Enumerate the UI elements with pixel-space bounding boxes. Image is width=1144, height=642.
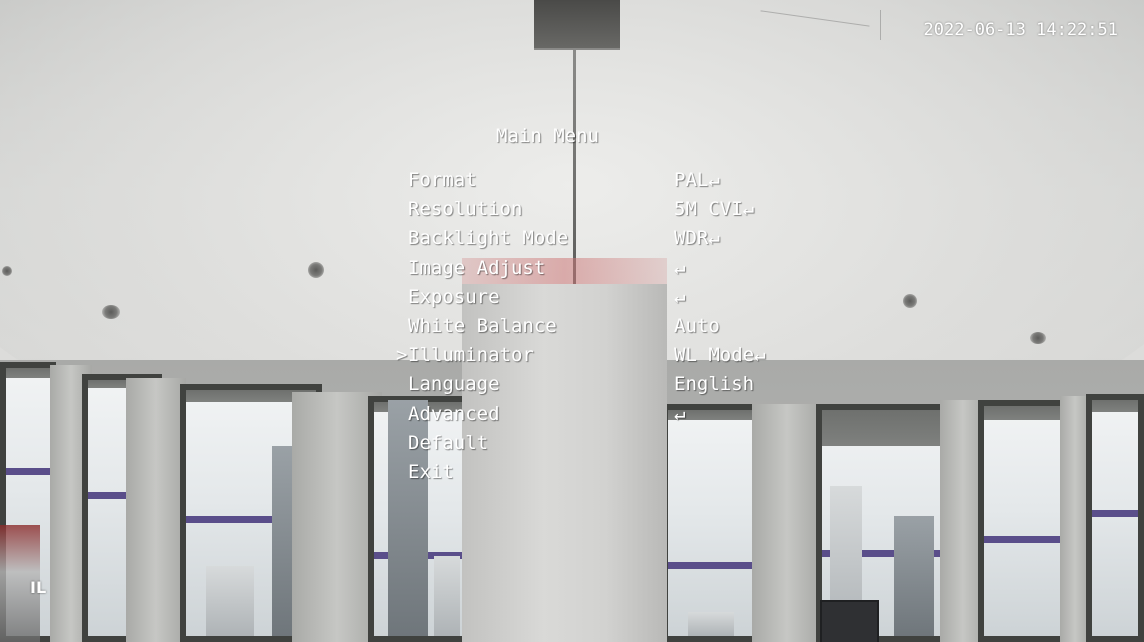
- menu-item-value: ↵: [674, 402, 686, 425]
- menu-item-label: Exit: [408, 460, 454, 483]
- menu-item-resolution[interactable]: Resolution 5M CVI↵: [396, 195, 796, 224]
- menu-item-label: Advanced: [408, 402, 500, 425]
- menu-item-label: Exposure: [408, 285, 500, 308]
- desk-monitor: [820, 600, 879, 642]
- menu-item-value: 5M CVI↵: [674, 198, 755, 221]
- ceiling-seam: [880, 10, 881, 40]
- menu-item-value: WDR↵: [674, 227, 720, 250]
- menu-item-label: Default: [408, 431, 489, 454]
- menu-item-label: Language: [408, 373, 500, 396]
- menu-item-value: PAL↵: [674, 169, 720, 191]
- menu-item-exit[interactable]: Exit: [396, 458, 796, 487]
- wall-pillar: [126, 378, 186, 642]
- menu-item-value: ↵: [674, 285, 686, 308]
- menu-item-language[interactable]: Language English: [396, 370, 796, 399]
- camera-feed: 2022-06-13 14:22:51 Main Menu Format PAL…: [0, 0, 1144, 642]
- ceiling-hatch: [534, 0, 620, 50]
- menu-item-value: ↵: [674, 256, 686, 279]
- timestamp: 2022-06-13 14:22:51: [923, 20, 1118, 40]
- window: [978, 400, 1068, 642]
- menu-item-label: Format: [408, 169, 477, 191]
- sprinkler-icon: [308, 262, 324, 278]
- ceiling-light-icon: [2, 266, 12, 276]
- sprinkler-icon: [903, 294, 917, 308]
- menu-item-default[interactable]: Default: [396, 429, 796, 458]
- menu-item-label: Illuminator: [408, 344, 534, 367]
- menu-title: Main Menu: [496, 125, 599, 147]
- menu-item-image-adjust[interactable]: Image Adjust ↵: [396, 254, 796, 283]
- menu-item-format[interactable]: Format PAL↵: [396, 166, 796, 195]
- menu-cursor: >: [396, 344, 408, 367]
- menu-item-backlight-mode[interactable]: Backlight Mode WDR↵: [396, 224, 796, 253]
- window: [1086, 394, 1144, 642]
- menu-item-value: WL Mode↵: [674, 344, 766, 367]
- menu-item-value: English: [674, 373, 755, 396]
- menu-item-label: Resolution: [408, 198, 523, 221]
- ceiling-light-icon: [102, 305, 120, 319]
- menu-item-illuminator[interactable]: > Illuminator WL Mode↵: [396, 341, 796, 370]
- menu-item-advanced[interactable]: Advanced ↵: [396, 400, 796, 429]
- menu-item-label: White Balance: [408, 314, 557, 337]
- menu-item-label: Backlight Mode: [408, 227, 569, 250]
- menu-item-value: Auto: [674, 314, 720, 337]
- menu-item-white-balance[interactable]: White Balance Auto: [396, 312, 796, 341]
- corner-label: IL: [30, 578, 47, 597]
- main-menu: Format PAL↵ Resolution 5M CVI↵ Backlight…: [396, 166, 796, 487]
- ceiling-light-icon: [1030, 332, 1046, 344]
- menu-item-exposure[interactable]: Exposure ↵: [396, 283, 796, 312]
- menu-item-label: Image Adjust: [408, 256, 546, 279]
